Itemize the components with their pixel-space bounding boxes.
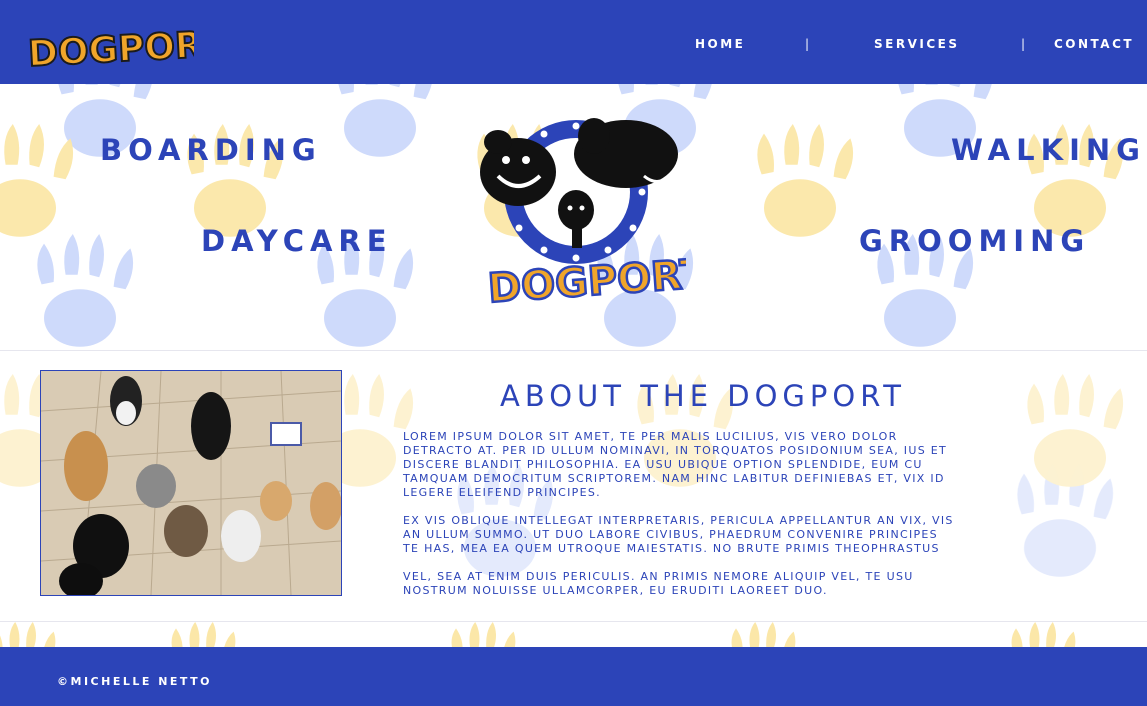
logo-wordmark: DOGPORT [27,24,194,74]
nav-separator: | [805,37,810,51]
nav-separator: | [1021,37,1026,51]
emblem-wordmark: DOGPORT [487,251,686,309]
nav-services[interactable]: SERVICES [874,37,959,51]
about-section: ABOUT THE DOGPORT Lorem ipsum dolor sit … [0,351,1147,621]
paw-pattern-strip [0,622,1147,647]
dogport-emblem: DOGPORT [476,114,711,313]
dogport-logo[interactable]: DOGPORT [24,20,194,74]
about-paragraph: Lorem ipsum dolor sit amet, te per malis… [403,430,948,499]
site-footer: ©MICHELLE NETTO [0,647,1147,706]
about-paragraph: Vel, sea at enim duis periculis. An prim… [403,570,914,597]
nav-home[interactable]: HOME [695,37,745,51]
site-header: DOGPORT HOME | SERVICES | CONTACT [0,0,1147,84]
nav-contact[interactable]: CONTACT [1054,37,1134,51]
dogs-photo [40,370,342,596]
service-daycare[interactable]: DAYCARE [201,224,393,258]
service-boarding[interactable]: BOARDING [100,133,322,167]
service-grooming[interactable]: GROOMING [859,224,1090,258]
service-walking[interactable]: WALKING [951,133,1146,167]
copyright-text: ©MICHELLE NETTO [57,675,213,688]
hero-banner: BOARDING DAYCARE WALKING GROOMING DOGPOR… [0,84,1147,350]
about-title: ABOUT THE DOGPORT [500,379,906,413]
about-paragraph: Ex vis oblique intellegat interpretaris,… [403,514,954,555]
